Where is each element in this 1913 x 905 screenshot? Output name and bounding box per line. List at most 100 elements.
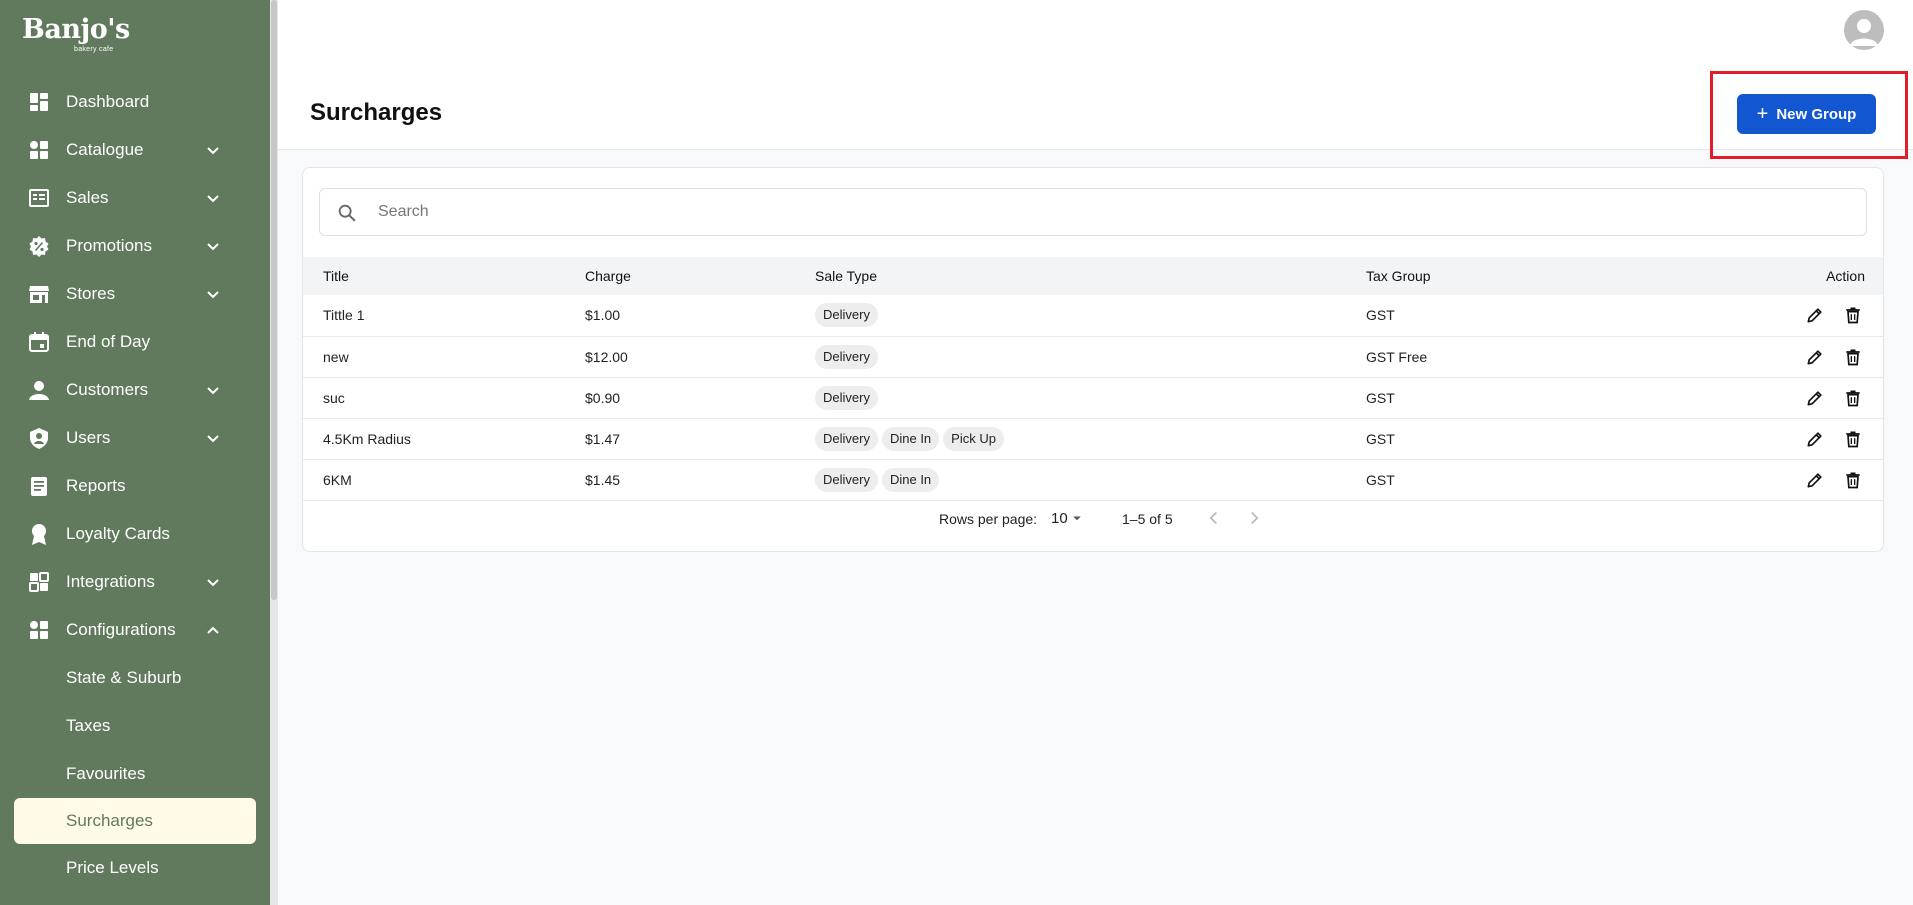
edit-icon xyxy=(1807,308,1822,323)
sale-type-chip: Dine In xyxy=(881,426,940,451)
shield-user-icon xyxy=(28,427,50,449)
search-input[interactable] xyxy=(378,197,1838,227)
new-group-button[interactable]: + New Group xyxy=(1737,94,1876,134)
sidebar-item-reports[interactable]: Reports xyxy=(0,462,270,510)
brand-logo[interactable]: Banjo's bakery cafe xyxy=(22,16,132,56)
edit-button[interactable] xyxy=(1803,386,1827,410)
column-header-sale-type[interactable]: Sale Type xyxy=(815,257,1366,295)
surcharges-card: Title Charge Sale Type Tax Group Action … xyxy=(302,167,1884,552)
sidebar-item-catalogue[interactable]: Catalogue xyxy=(0,126,270,174)
sidebar-subitem-favourites[interactable]: Favourites xyxy=(0,750,270,798)
person-icon xyxy=(28,379,50,401)
edit-button[interactable] xyxy=(1803,427,1827,451)
delete-icon xyxy=(1846,307,1860,324)
integrations-icon xyxy=(28,571,50,593)
sidebar-item-label: Sales xyxy=(66,188,109,207)
edit-button[interactable] xyxy=(1803,345,1827,369)
search-box[interactable] xyxy=(319,188,1867,236)
user-avatar[interactable] xyxy=(1844,10,1884,50)
calendar-icon xyxy=(28,331,50,353)
sidebar-subitem-label: Surcharges xyxy=(66,811,153,830)
delete-button[interactable] xyxy=(1841,468,1865,492)
chevron-down-icon[interactable] xyxy=(204,237,222,255)
delete-button[interactable] xyxy=(1841,303,1865,327)
rows-per-page-value: 10 xyxy=(1051,509,1068,527)
sidebar-subitem-surcharges[interactable]: Surcharges xyxy=(14,798,256,844)
sidebar-item-stores[interactable]: Stores xyxy=(0,270,270,318)
sidebar-item-end-of-day[interactable]: End of Day xyxy=(0,318,270,366)
sidebar-item-users[interactable]: Users xyxy=(0,414,270,462)
previous-page-icon[interactable] xyxy=(1203,507,1225,529)
cell-tax-group: GST xyxy=(1366,307,1395,324)
edit-button[interactable] xyxy=(1803,303,1827,327)
cell-title: Tittle 1 xyxy=(323,307,365,324)
table-row[interactable]: Tittle 1 $1.00 Delivery GST xyxy=(303,295,1883,336)
column-header-title[interactable]: Title xyxy=(303,257,585,295)
cell-tax-group: GST Free xyxy=(1366,348,1428,365)
cell-tax-group: GST xyxy=(1366,430,1395,447)
table-body: Tittle 1 $1.00 Delivery GST new $12.00 Deliver… xyxy=(303,295,1883,500)
sidebar-scrollbar-thumb[interactable] xyxy=(271,0,277,600)
chevron-down-icon[interactable] xyxy=(204,189,222,207)
column-header-tax-group[interactable]: Tax Group xyxy=(1366,257,1766,295)
chevron-down-icon[interactable] xyxy=(204,141,222,159)
sidebar-subitem-label: State & Suburb xyxy=(66,668,182,687)
sidebar-item-label: Integrations xyxy=(66,572,155,591)
edit-icon xyxy=(1807,349,1822,364)
delete-button[interactable] xyxy=(1841,386,1865,410)
chevron-down-icon[interactable] xyxy=(204,285,222,303)
surcharges-table: Title Charge Sale Type Tax Group Action … xyxy=(303,257,1883,501)
next-page-icon[interactable] xyxy=(1243,507,1265,529)
sale-type-chip: Delivery xyxy=(815,303,878,328)
sidebar-subitem-state-suburb[interactable]: State & Suburb xyxy=(0,654,270,702)
cell-title: new xyxy=(323,348,349,365)
chevron-down-icon[interactable] xyxy=(204,429,222,447)
sidebar-item-integrations[interactable]: Integrations xyxy=(0,558,270,606)
cell-action xyxy=(1766,377,1883,418)
cell-action xyxy=(1766,336,1883,377)
cell-sale-type: Delivery Dine In Pick Up xyxy=(815,418,1366,459)
brand-name: Banjo's xyxy=(22,14,130,45)
cell-charge: $1.47 xyxy=(585,430,621,447)
table-row[interactable]: suc $0.90 Delivery GST xyxy=(303,377,1883,418)
cell-tax-group: GST xyxy=(1366,471,1395,488)
sidebar-subitem-label: Price Levels xyxy=(66,858,159,877)
sale-type-chip: Delivery xyxy=(815,344,878,369)
sidebar-item-customers[interactable]: Customers xyxy=(0,366,270,414)
caret-down-icon xyxy=(1072,516,1081,521)
chevron-down-icon[interactable] xyxy=(204,573,222,591)
sidebar-item-label: End of Day xyxy=(66,332,151,351)
page-title: Surcharges xyxy=(310,99,443,126)
sidebar-item-label: Configurations xyxy=(66,620,176,639)
sidebar-subitem-taxes[interactable]: Taxes xyxy=(0,702,270,750)
delete-icon xyxy=(1846,349,1860,365)
sidebar-item-label: Loyalty Cards xyxy=(66,524,170,543)
sale-type-chip: Dine In xyxy=(881,467,940,492)
sidebar-subitem-price-levels[interactable]: Price Levels xyxy=(0,844,270,892)
cell-title: 4.5Km Radius xyxy=(323,430,411,447)
column-header-charge[interactable]: Charge xyxy=(585,257,815,295)
table-row[interactable]: new $12.00 Delivery GST Free xyxy=(303,336,1883,377)
chevron-up-icon[interactable] xyxy=(204,621,222,639)
table-header-row: Title Charge Sale Type Tax Group Action xyxy=(303,257,1883,295)
sidebar-item-dashboard[interactable]: Dashboard xyxy=(0,78,270,126)
chevron-down-icon[interactable] xyxy=(204,381,222,399)
sidebar: Banjo's bakery cafe Dashboard Catalogue Sa… xyxy=(0,0,270,905)
delete-button[interactable] xyxy=(1841,345,1865,369)
edit-icon xyxy=(1807,390,1822,405)
edit-button[interactable] xyxy=(1803,468,1827,492)
sale-type-chip: Delivery xyxy=(815,426,878,451)
delete-button[interactable] xyxy=(1841,427,1865,451)
sales-icon xyxy=(28,187,50,209)
sidebar-item-loyalty-cards[interactable]: Loyalty Cards xyxy=(0,510,270,558)
edit-icon xyxy=(1807,472,1822,487)
reports-icon xyxy=(28,475,50,497)
sidebar-item-promotions[interactable]: Promotions xyxy=(0,222,270,270)
sidebar-item-configurations[interactable]: Configurations xyxy=(0,606,270,654)
table-row[interactable]: 4.5Km Radius $1.47 Delivery Dine In Pick Up G… xyxy=(303,418,1883,459)
table-row[interactable]: 6KM $1.45 Delivery Dine In GST xyxy=(303,459,1883,500)
rows-per-page-select[interactable]: 10 xyxy=(1051,509,1086,527)
column-header-action: Action xyxy=(1826,268,1865,284)
sidebar-item-sales[interactable]: Sales xyxy=(0,174,270,222)
pagination-range: 1–5 of 5 xyxy=(1122,511,1173,527)
